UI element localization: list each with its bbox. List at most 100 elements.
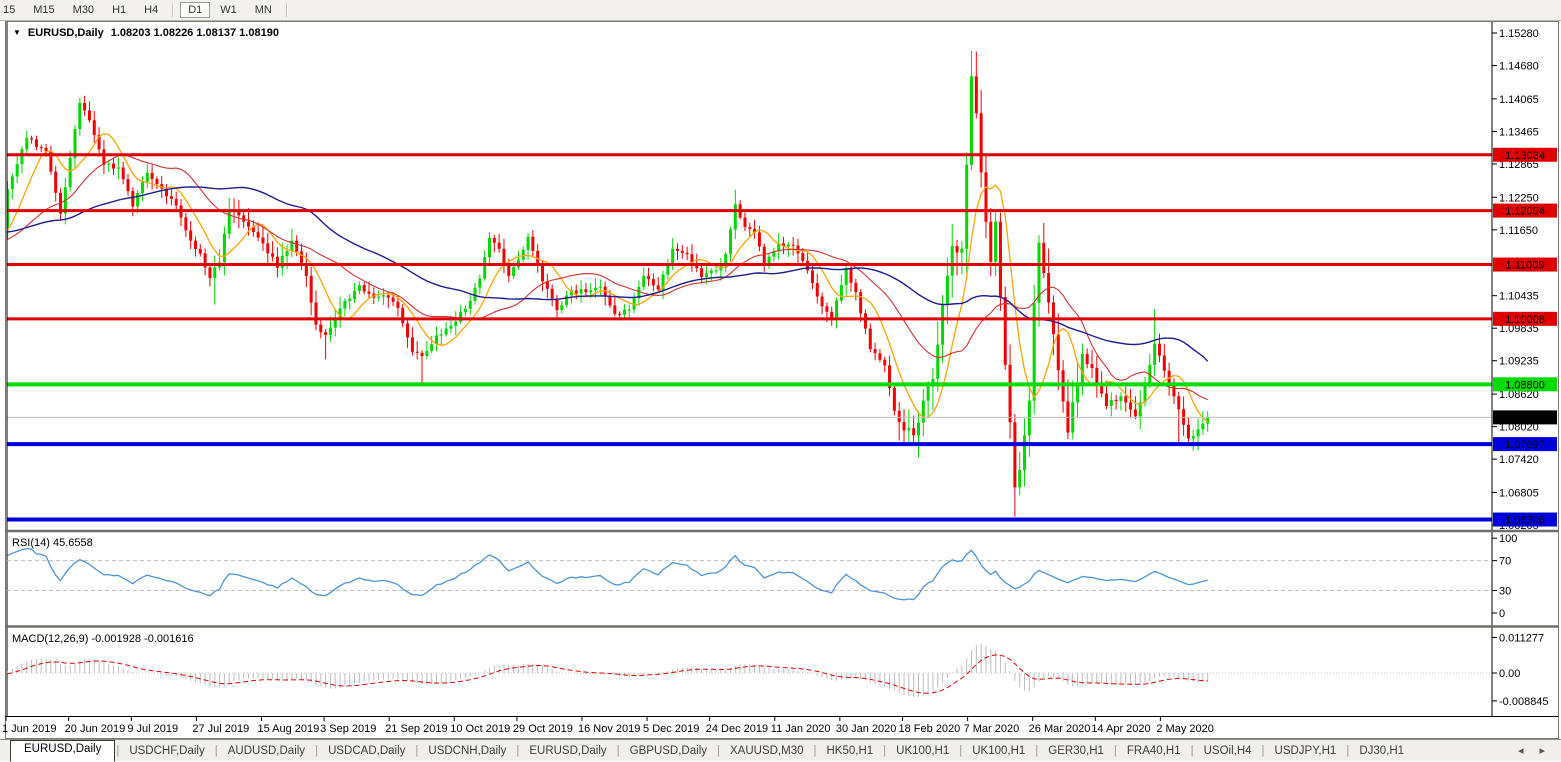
svg-text:70: 70 [1499, 556, 1511, 568]
ma-fast-line [7, 133, 1209, 423]
svg-text:15 Aug 2019: 15 Aug 2019 [257, 723, 319, 735]
svg-text:1.14680: 1.14680 [1499, 61, 1539, 73]
tab-ger30-h1-11[interactable]: GER30,H1 [1039, 743, 1113, 759]
svg-text:1.13034: 1.13034 [1505, 150, 1545, 162]
timeframe-button-M30[interactable]: M30 [65, 2, 102, 18]
svg-text:1 Jun 2019: 1 Jun 2019 [2, 723, 56, 735]
tab-usoil-h4-13[interactable]: USOil,H4 [1195, 743, 1261, 759]
timeframe-button-H1[interactable]: H1 [104, 2, 134, 18]
tabs-scroll-right-icon[interactable]: ▸ [1539, 744, 1545, 757]
chart-ohlc-values: 1.08203 1.08226 1.08137 1.08190 [110, 27, 279, 39]
svg-text:26 Mar 2020: 26 Mar 2020 [1029, 723, 1091, 735]
ma-slow-line [7, 186, 1209, 362]
rsi-indicator-label: RSI(14) 45.6558 [12, 537, 93, 549]
tab-usdchf-daily-1[interactable]: USDCHF,Daily [120, 743, 213, 759]
moving-averages [7, 133, 1209, 423]
tab-usdcnh-daily-4[interactable]: USDCNH,Daily [419, 743, 515, 759]
ma-mid-line [7, 154, 1208, 401]
svg-text:20 Jun 2019: 20 Jun 2019 [65, 723, 126, 735]
rsi-pane: 100 70 30 0 RSI(14) 45.6558 [7, 533, 1517, 620]
chart-title-bar: ▼ EURUSD,Daily 1.08203 1.08226 1.08137 1… [13, 27, 279, 39]
svg-text:24 Dec 2019: 24 Dec 2019 [706, 723, 768, 735]
tab-uk100-h1-10[interactable]: UK100,H1 [963, 743, 1034, 759]
svg-text:1.10008: 1.10008 [1505, 314, 1545, 326]
timeframe-button-H4[interactable]: H4 [136, 2, 166, 18]
svg-text:1.13465: 1.13465 [1499, 126, 1539, 138]
svg-text:5 Dec 2019: 5 Dec 2019 [643, 723, 699, 735]
svg-text:1.10435: 1.10435 [1499, 291, 1539, 303]
price-badge-1.06306: 1.06306 [1493, 512, 1557, 527]
tabs-scroll-left-icon[interactable]: ◂ [1518, 744, 1524, 757]
svg-text:11 Jan 2020: 11 Jan 2020 [771, 723, 831, 735]
macd-indicator-label: MACD(12,26,9) -0.001928 -0.001616 [12, 633, 194, 645]
svg-text:7 Mar 2020: 7 Mar 2020 [964, 723, 1020, 735]
tab-xauusd-m30-7[interactable]: XAUUSD,M30 [721, 743, 813, 759]
rsi-line [7, 547, 1208, 601]
tab-eurusd-daily-5[interactable]: EURUSD,Daily [520, 743, 615, 759]
svg-text:100: 100 [1499, 533, 1517, 545]
svg-text:0: 0 [1499, 608, 1505, 620]
price-chart-area[interactable]: 1.152801.146801.140651.134651.128651.122… [0, 0, 1561, 761]
svg-text:18 Feb 2020: 18 Feb 2020 [899, 723, 961, 735]
price-badge-1.10008: 1.10008 [1493, 311, 1557, 326]
svg-text:1.12250: 1.12250 [1499, 192, 1539, 204]
svg-text:14 Apr 2020: 14 Apr 2020 [1091, 723, 1150, 735]
timeframe-button-M15[interactable]: M15 [25, 2, 62, 18]
macd-histogram [7, 644, 1209, 698]
svg-text:0.011277: 0.011277 [1499, 632, 1544, 644]
svg-text:1.14065: 1.14065 [1499, 94, 1539, 106]
price-axis-labels: 1.152801.146801.140651.134651.128651.122… [1492, 28, 1539, 532]
price-badge-1.07697: 1.07697 [1493, 437, 1557, 452]
price-badge-1.12004: 1.12004 [1493, 203, 1557, 218]
tab-usdjpy-h1-14[interactable]: USDJPY,H1 [1266, 743, 1346, 759]
svg-text:30 Jan 2020: 30 Jan 2020 [836, 723, 897, 735]
tab-eurusd-daily-active[interactable]: EURUSD,Daily [10, 740, 116, 762]
tab-audusd-daily-2[interactable]: AUDUSD,Daily [219, 743, 314, 759]
svg-text:1.11650: 1.11650 [1499, 225, 1538, 237]
svg-text:1.06805: 1.06805 [1499, 487, 1539, 499]
toolbar-separator [285, 3, 288, 17]
svg-text:30: 30 [1499, 586, 1511, 598]
tab-usdcad-daily-3[interactable]: USDCAD,Daily [319, 743, 414, 759]
tab-fra40-h1-12[interactable]: FRA40,H1 [1118, 743, 1190, 759]
svg-text:0.00: 0.00 [1499, 668, 1520, 680]
tab-uk100-h1-9[interactable]: UK100,H1 [887, 743, 958, 759]
timeframe-button-15[interactable]: 15 [1, 2, 23, 18]
tab-hk50-h1-8[interactable]: HK50,H1 [818, 743, 883, 759]
timeframe-button-MN[interactable]: MN [247, 2, 280, 18]
toolbar-separator [172, 3, 175, 17]
svg-text:1.07420: 1.07420 [1499, 454, 1539, 466]
svg-text:21 Sep 2019: 21 Sep 2019 [385, 723, 447, 735]
svg-text:16 Nov 2019: 16 Nov 2019 [578, 723, 640, 735]
svg-text:1.08190: 1.08190 [1505, 412, 1545, 424]
svg-text:27 Jul 2019: 27 Jul 2019 [192, 723, 249, 735]
svg-text:9 Jul 2019: 9 Jul 2019 [127, 723, 178, 735]
price-badge-1.11009: 1.11009 [1493, 257, 1557, 272]
svg-text:1.12004: 1.12004 [1505, 206, 1545, 218]
svg-text:10 Oct 2019: 10 Oct 2019 [450, 723, 510, 735]
candlestick-series [7, 50, 1210, 517]
svg-text:1.09235: 1.09235 [1499, 356, 1539, 368]
price-badge-1.08800: 1.08800 [1493, 377, 1557, 392]
timeframe-button-D1[interactable]: D1 [180, 2, 211, 18]
chart-window-frame [5, 21, 1559, 739]
tab-gbpusd-daily-6[interactable]: GBPUSD,Daily [621, 743, 716, 759]
svg-text:-0.008845: -0.008845 [1499, 696, 1549, 708]
chart-symbol-title: EURUSD,Daily [27, 27, 104, 39]
price-badge-1.13034: 1.13034 [1493, 147, 1557, 162]
price-badge-1.08190: 1.08190 [1493, 410, 1557, 425]
chart-tab-bar: EURUSD,Daily | USDCHF,Daily | AUDUSD,Daily | U… [0, 739, 1561, 762]
svg-text:2 May 2020: 2 May 2020 [1156, 723, 1213, 735]
timeframe-button-W1[interactable]: W1 [212, 2, 245, 18]
date-axis: 1 Jun 2019 20 Jun 2019 9 Jul 2019 27 Jul 20… [2, 717, 1214, 735]
symbol-dropdown-icon[interactable]: ▼ [13, 29, 21, 37]
macd-pane: 0.011277 0.00 -0.008845 MACD(12,26,9) -0.00… [7, 632, 1549, 708]
svg-text:1.08800: 1.08800 [1505, 379, 1545, 391]
macd-signal-line [7, 654, 1208, 694]
svg-text:3 Sep 2019: 3 Sep 2019 [320, 723, 376, 735]
svg-text:1.06306: 1.06306 [1505, 515, 1545, 527]
svg-text:1.07697: 1.07697 [1505, 439, 1545, 451]
tab-dj30-h1-15[interactable]: DJ30,H1 [1350, 743, 1413, 759]
svg-text:1.15280: 1.15280 [1499, 28, 1539, 40]
svg-text:1.11009: 1.11009 [1506, 260, 1545, 272]
